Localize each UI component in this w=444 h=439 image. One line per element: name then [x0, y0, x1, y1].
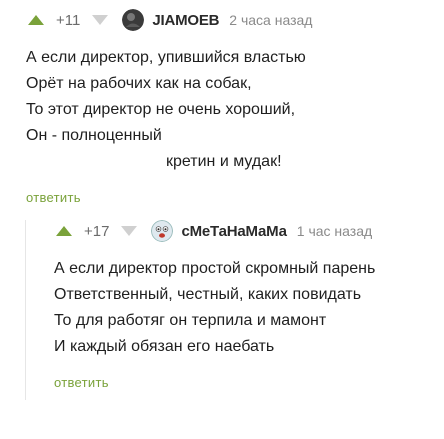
comment-line: То этот директор не очень хороший,	[26, 101, 296, 118]
comment-score: +17	[84, 222, 110, 240]
comment-header: +11 JIAMOEB 2 часа назад	[26, 9, 444, 31]
comment-reply: +17 сМеТаНаМаМа 1 час назад А если дирек…	[0, 220, 444, 400]
comment-line: Орёт на рабочих как на собак,	[26, 75, 252, 92]
comment: +11 JIAMOEB 2 часа назад А если директор…	[0, 0, 444, 207]
comment-time[interactable]: 2 часа назад	[229, 12, 312, 28]
comment-line: А если директор простой скромный парень	[54, 260, 376, 277]
thread-line[interactable]	[25, 220, 26, 400]
comment-score: +11	[56, 11, 81, 29]
comment-line: А если директор, упившийся властью	[26, 49, 306, 66]
reply-button[interactable]: ответить	[26, 190, 81, 205]
comment-line: Ответственный, честный, каких повидать	[54, 286, 362, 303]
comment-time[interactable]: 1 час назад	[297, 223, 372, 239]
comment-header: +17 сМеТаНаМаМа 1 час назад	[54, 220, 444, 242]
avatar[interactable]	[151, 220, 174, 242]
downvote-icon[interactable]	[90, 13, 110, 27]
upvote-icon[interactable]	[26, 13, 46, 27]
author-name[interactable]: JIAMOEB	[152, 12, 219, 29]
comment-body: А если директор простой скромный парень …	[54, 256, 444, 360]
downvote-icon[interactable]	[119, 224, 139, 238]
avatar[interactable]	[122, 9, 145, 31]
comment-line: кретин и мудак!	[166, 153, 282, 170]
comment-line: Он - полноценный	[26, 127, 162, 144]
author-name[interactable]: сМеТаНаМаМа	[181, 223, 287, 240]
comment-line: И каждый обязан его наебать	[54, 338, 275, 355]
reply-button[interactable]: ответить	[54, 375, 109, 390]
upvote-icon[interactable]	[54, 224, 74, 238]
comment-body: А если директор, упившийся властью Орёт …	[26, 45, 444, 175]
comment-line: То для работяг он терпила и мамонт	[54, 312, 327, 329]
